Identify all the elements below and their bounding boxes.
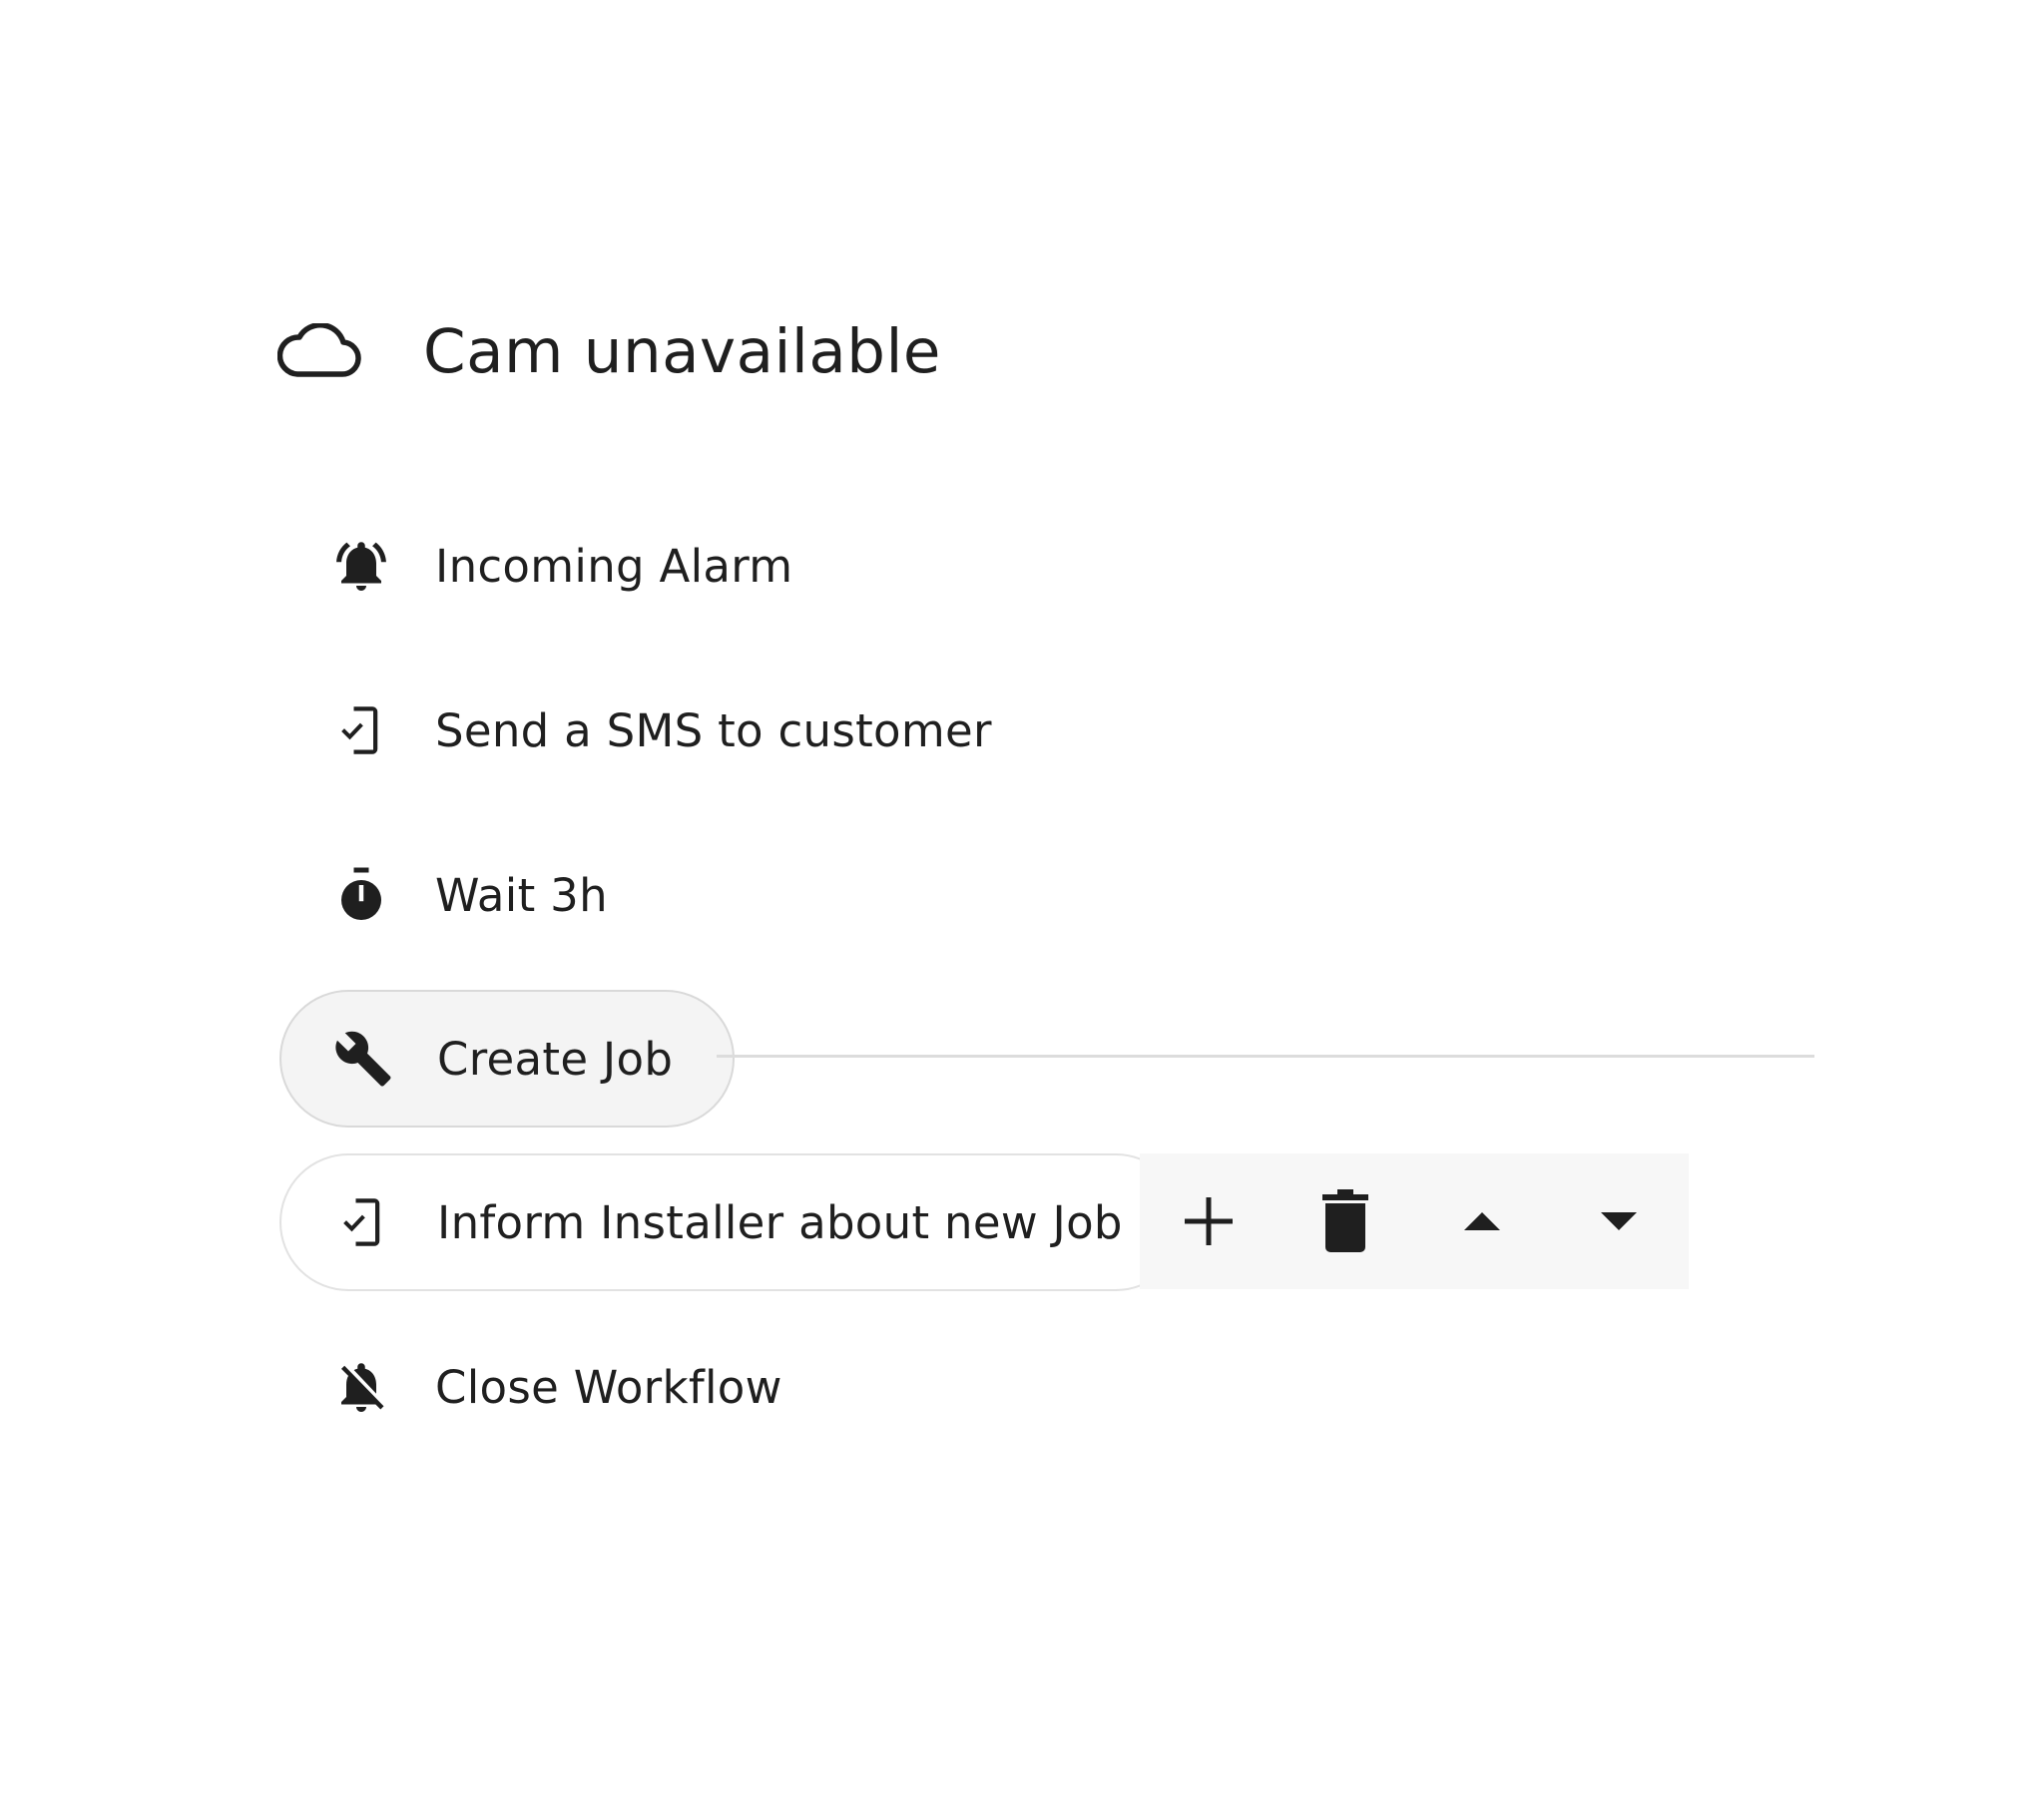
phone-check-icon: [333, 1192, 393, 1252]
step-label: Send a SMS to customer: [435, 703, 992, 757]
move-step-down-button[interactable]: [1550, 1153, 1687, 1289]
trash-icon: [1321, 1189, 1369, 1253]
step-close-workflow[interactable]: Close Workflow: [279, 1318, 842, 1456]
add-step-button[interactable]: [1140, 1153, 1277, 1289]
wrench-icon: [333, 1029, 393, 1089]
delete-step-button[interactable]: [1277, 1153, 1413, 1289]
step-inform-installer[interactable]: Inform Installer about new Job: [279, 1153, 1185, 1291]
step-label: Incoming Alarm: [435, 539, 793, 593]
step-incoming-alarm[interactable]: Incoming Alarm: [279, 497, 852, 635]
step-send-sms[interactable]: Send a SMS to customer: [279, 662, 1052, 799]
step-label: Create Job: [437, 1032, 674, 1086]
bell-ring-icon: [331, 536, 391, 596]
bell-off-icon: [331, 1357, 391, 1417]
step-actions-toolbar: [1140, 1153, 1689, 1289]
caret-up-icon: [1463, 1212, 1500, 1230]
step-label: Close Workflow: [435, 1360, 782, 1414]
move-step-up-button[interactable]: [1413, 1153, 1550, 1289]
step-label: Wait 3h: [435, 868, 608, 922]
workflow-title: Cam unavailable: [423, 315, 941, 387]
cloud-icon: [277, 323, 361, 379]
workflow-header: Cam unavailable: [277, 311, 941, 391]
phone-check-icon: [331, 700, 391, 760]
step-create-job[interactable]: Create Job: [279, 990, 736, 1128]
step-wait[interactable]: Wait 3h: [279, 826, 668, 964]
step-connector-line: [717, 1055, 1814, 1058]
caret-down-icon: [1600, 1212, 1637, 1230]
step-label: Inform Installer about new Job: [437, 1195, 1123, 1249]
plus-icon: [1183, 1195, 1235, 1247]
timer-icon: [331, 865, 391, 925]
